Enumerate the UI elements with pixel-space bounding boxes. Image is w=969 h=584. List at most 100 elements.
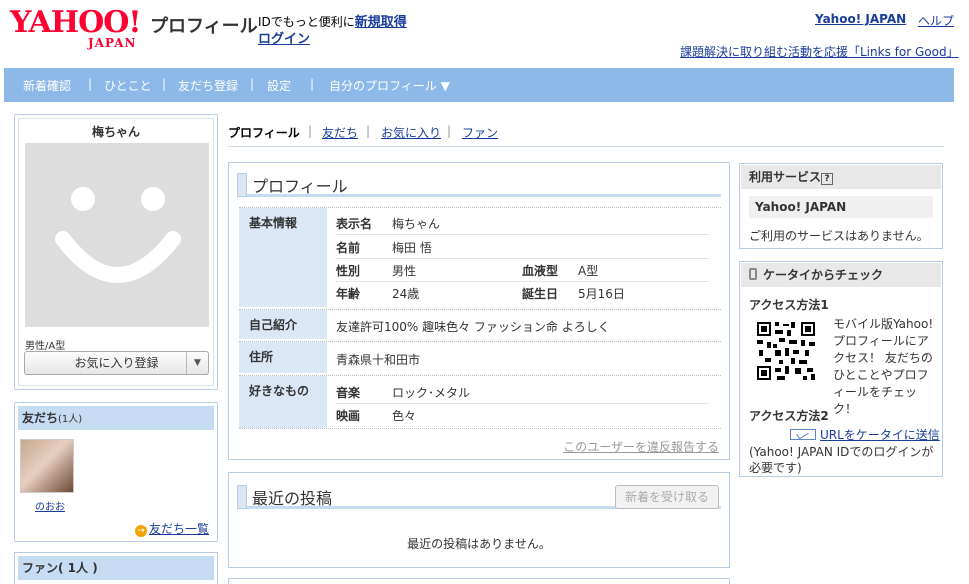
likes-label: 好きなもの <box>239 376 327 428</box>
row-divider <box>336 234 709 235</box>
page-brand-title: プロフィール <box>150 16 258 37</box>
profile-card-name: 梅ちゃん <box>91 125 140 139</box>
nav-separator: | <box>88 77 93 91</box>
service-name: Yahoo! JAPAN <box>749 196 933 218</box>
blood-type-key: 血液型 <box>522 264 559 278</box>
profile-tabs: プロフィール | 友だち | お気に入り | ファン <box>228 122 944 144</box>
name-value: 梅田 悟 <box>392 241 432 255</box>
access-method-1: アクセス方法1 <box>749 298 829 312</box>
no-services-text: ご利用のサービスはありません。 <box>749 229 929 243</box>
yahoo-japan-link[interactable]: Yahoo! JAPAN <box>815 12 906 26</box>
row-divider <box>336 403 709 404</box>
login-link[interactable]: ログイン <box>258 28 310 47</box>
signup-link[interactable]: 新規取得 <box>355 15 407 30</box>
tab-profile[interactable]: プロフィール <box>228 124 300 141</box>
recent-posts-panel: 最近の投稿 新着を受け取る 最近の投稿はありません。 <box>228 472 730 568</box>
gender-value: 男性 <box>392 264 417 278</box>
intro-row: 自己紹介 友達許可100% 趣味色々 ファッション命 よろしく <box>239 309 721 339</box>
services-box: 利用サービス? Yahoo! JAPAN ご利用のサービスはありません。 <box>739 163 943 249</box>
next-panel <box>228 578 730 584</box>
no-posts-text: 最近の投稿はありません。 <box>407 537 551 551</box>
music-key: 音楽 <box>336 386 361 400</box>
qr-description: モバイル版Yahoo!プロフィールにアクセス！ 友だちのひとことやプロフィールを… <box>833 317 934 416</box>
nav-new-check[interactable]: 新着確認 <box>23 77 71 94</box>
logo-sub: JAPAN <box>88 36 137 50</box>
posts-panel-heading: 最近の投稿 <box>252 489 333 508</box>
add-favorite-button[interactable]: お気に入り登録 ▼ <box>24 351 209 375</box>
birthday-key: 誕生日 <box>522 287 559 301</box>
friends-list-link[interactable]: → 友だち一覧 <box>134 520 209 537</box>
services-title: 利用サービス <box>749 170 822 184</box>
logo-text: YAHOO! <box>10 5 142 40</box>
row-divider <box>336 281 709 282</box>
tab-fans[interactable]: ファン <box>462 124 498 141</box>
receive-updates-button[interactable]: 新着を受け取る <box>615 485 719 509</box>
header: YAHOO! JAPAN プロフィール IDでもっと便利に新規取得 ログイン Y… <box>0 0 969 68</box>
address-label: 住所 <box>239 342 327 373</box>
report-user-link[interactable]: このユーザーを違反報告する <box>563 438 719 455</box>
nav-friend-register[interactable]: 友だち登録 <box>178 77 238 94</box>
fans-box: ファン( 1人 ) <box>14 552 218 584</box>
links-for-good-link[interactable]: 課題解決に取り組む活動を応援「Links for Good」 <box>680 43 959 60</box>
avatar <box>25 143 209 327</box>
title-marker <box>237 173 247 197</box>
qr-code-icon <box>755 320 817 382</box>
envelope-icon <box>790 429 816 440</box>
basic-info-label: 基本情報 <box>239 208 327 307</box>
services-header: 利用サービス? <box>741 165 941 189</box>
address-value: 青森県十和田市 <box>336 353 421 367</box>
intro-label: 自己紹介 <box>239 310 327 339</box>
nav-separator: | <box>310 77 315 91</box>
blood-type-value: A型 <box>578 264 599 278</box>
chevron-down-icon[interactable]: ▼ <box>186 352 208 374</box>
nav-my-profile[interactable]: 自分のプロフィール ▼ <box>329 77 450 94</box>
title-marker <box>237 485 247 509</box>
mobile-phone-icon <box>749 268 757 280</box>
nav-settings[interactable]: 設定 <box>267 77 291 94</box>
gender-blood-text: 男性/A型 <box>25 341 66 352</box>
help-link[interactable]: ヘルプ <box>918 12 954 29</box>
nav-separator: | <box>162 77 167 91</box>
row-divider <box>336 258 709 259</box>
add-favorite-label: お気に入り登録 <box>74 356 159 370</box>
address-row: 住所 青森県十和田市 <box>239 341 721 373</box>
tab-favorites[interactable]: お気に入り <box>381 124 441 141</box>
friends-title: 友だち <box>22 411 59 425</box>
send-url-label: URLをケータイに送信 <box>820 428 940 442</box>
movie-value: 色々 <box>392 409 417 423</box>
name-key: 名前 <box>336 241 361 255</box>
friend-name-link[interactable]: のおお <box>35 498 65 513</box>
age-key: 年齢 <box>336 287 361 301</box>
nav-hitokoto[interactable]: ひとこと <box>104 77 152 94</box>
basic-info-row: 基本情報 表示名 梅ちゃん 名前 梅田 悟 性別 男性 血液型 A型 年齢 24… <box>239 207 721 307</box>
access-note: (Yahoo! JAPAN IDでのログインが必要です) <box>749 445 934 475</box>
fans-box-header: ファン( 1人 ) <box>18 556 214 580</box>
profile-panel: プロフィール 基本情報 表示名 梅ちゃん 名前 梅田 悟 性別 男性 血液型 A… <box>228 162 730 460</box>
profile-panel-title: プロフィール <box>237 171 721 197</box>
friends-count: (1人) <box>58 414 83 425</box>
main-nav-bar: 新着確認 | ひとこと | 友だち登録 | 設定 | 自分のプロフィール ▼ <box>4 68 954 102</box>
tab-separator: | <box>447 124 452 138</box>
movie-key: 映画 <box>336 409 361 423</box>
help-icon[interactable]: ? <box>821 173 834 185</box>
intro-value: 友達許可100% 趣味色々 ファッション命 よろしく <box>336 320 610 334</box>
tab-friends[interactable]: 友だち <box>322 124 358 141</box>
age-value: 24歳 <box>392 287 420 301</box>
display-name-key: 表示名 <box>336 217 373 231</box>
nav-separator: | <box>250 77 255 91</box>
profile-card: 梅ちゃん 男性/A型 お気に入り登録 ▼ <box>14 114 218 390</box>
profile-panel-heading: プロフィール <box>252 177 348 196</box>
mobile-header: ケータイからチェック <box>741 263 941 287</box>
display-name-value: 梅ちゃん <box>392 217 441 231</box>
tabs-divider <box>228 146 944 147</box>
friends-box: 友だち(1人) のおお → 友だち一覧 <box>14 402 218 542</box>
mobile-check-box: ケータイからチェック アクセス方法1 モバイル版Yahoo!プロフィールにアクセ… <box>739 261 943 477</box>
music-value: ロック･メタル <box>392 386 471 400</box>
yahoo-japan-logo[interactable]: YAHOO! JAPAN <box>10 5 148 51</box>
tab-separator: | <box>366 124 371 138</box>
gender-key: 性別 <box>336 264 361 278</box>
mobile-title: ケータイからチェック <box>763 268 884 282</box>
friends-box-header: 友だち(1人) <box>18 406 214 430</box>
friend-thumbnail[interactable] <box>20 439 74 493</box>
send-url-link[interactable]: URLをケータイに送信 <box>790 426 940 443</box>
